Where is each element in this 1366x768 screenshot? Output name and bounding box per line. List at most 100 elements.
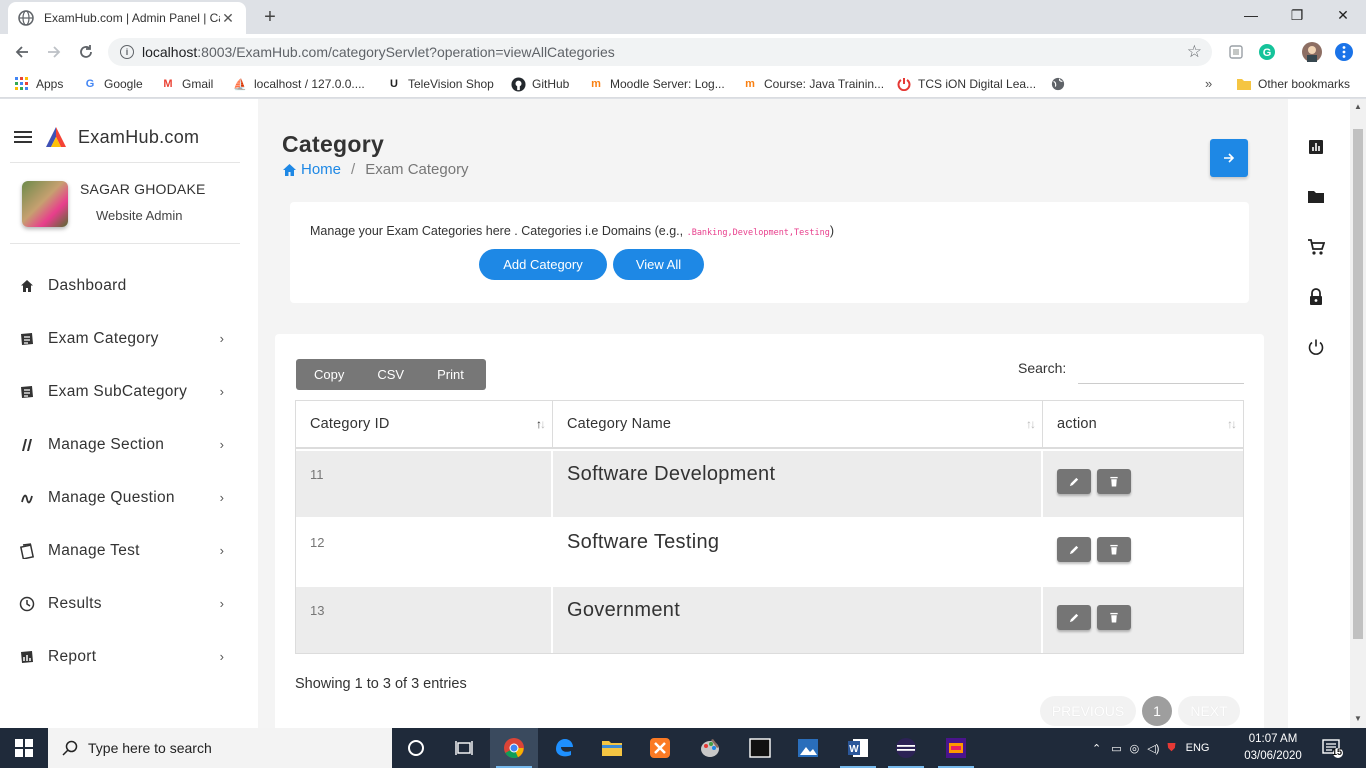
print-button[interactable]: Print [437,367,464,382]
sidebar-item-dashboard[interactable]: Dashboard [18,259,238,312]
edge-taskbar-icon[interactable] [540,728,588,768]
file-explorer-icon[interactable] [588,728,636,768]
column-header-category-name[interactable]: Category Name ↑↓ [553,401,1043,447]
game-app-icon[interactable] [932,728,980,768]
add-category-button[interactable]: Add Category [479,249,607,280]
minimize-icon[interactable]: — [1228,0,1274,30]
url-input[interactable]: i localhost:8003/ExamHub.com/categorySer… [108,38,1212,66]
forward-icon[interactable] [42,40,66,64]
network-icon[interactable]: ◎ [1130,742,1140,755]
delete-button[interactable] [1097,537,1131,562]
language-indicator[interactable]: ENG [1186,742,1210,754]
folder-icon[interactable] [1306,187,1326,207]
edit-button[interactable] [1057,469,1091,494]
bar-chart-icon[interactable] [1306,137,1326,157]
delete-button[interactable] [1097,469,1131,494]
security-icon[interactable]: ⛊ [1167,742,1175,755]
sort-icon[interactable]: ↑↓ [1026,417,1036,431]
sidebar-item-results[interactable]: Results › [18,577,238,630]
copy-button[interactable]: Copy [314,367,344,382]
arrow-right-icon [1224,153,1235,163]
close-tab-icon[interactable]: ✕ [220,10,236,27]
close-window-icon[interactable]: ✕ [1320,0,1366,30]
sort-icon[interactable]: ↑↓ [1227,417,1237,431]
sidebar-item-manage-question[interactable]: Manage Question › [18,471,238,524]
bookmark-tcs-ion[interactable]: TCS iON Digital Lea... [896,76,1036,92]
chevron-up-icon[interactable]: ⌃ [1092,742,1101,755]
sidebar-item-exam-category[interactable]: Exam Category › [18,312,238,365]
chrome-taskbar-icon[interactable] [490,728,538,768]
column-header-action[interactable]: action ↑↓ [1043,401,1243,447]
scroll-up-icon[interactable]: ▲ [1354,102,1362,111]
cell-category-id: 12 [296,519,553,585]
windows-start-icon[interactable] [0,728,48,768]
chevron-right-icon: › [219,490,224,505]
new-tab-icon[interactable]: + [258,6,282,29]
bookmark-course[interactable]: m Course: Java Trainin... [742,76,884,92]
search-input[interactable] [1078,356,1244,384]
extension-icon[interactable] [1226,42,1246,62]
photos-icon[interactable] [784,728,832,768]
bookmark-moodle[interactable]: m Moodle Server: Log... [588,76,725,92]
scroll-thumb[interactable] [1353,129,1363,639]
bookmark-gmail[interactable]: M Gmail [160,76,213,92]
browser-tab[interactable]: ExamHub.com | Admin Panel | Ca ✕ [8,2,246,34]
bookmark-star-icon[interactable]: ☆ [1187,42,1202,62]
bookmark-localhost[interactable]: ⛵ localhost / 127.0.0.... [232,76,365,92]
page-1-button[interactable]: 1 [1142,696,1172,726]
page-scrollbar[interactable]: ▲ ▼ [1350,99,1366,728]
sidebar-item-manage-section[interactable]: Manage Section › [18,418,238,471]
menu-dots-icon[interactable] [1334,42,1354,62]
scroll-down-icon[interactable]: ▼ [1354,714,1362,723]
reload-icon[interactable] [74,40,98,64]
go-forward-button[interactable] [1210,139,1248,177]
bookmark-google[interactable]: G Google [82,76,143,92]
edit-button[interactable] [1057,605,1091,630]
taskbar-clock[interactable]: 01:07 AM 03/06/2020 [1243,731,1303,765]
bookmark-globe[interactable] [1050,76,1072,92]
sort-asc-icon[interactable]: ↑↓ [536,417,546,431]
bookmark-apps[interactable]: Apps [14,76,63,92]
grammarly-icon[interactable]: G [1257,42,1277,62]
battery-icon[interactable]: ▭ [1111,742,1121,755]
delete-button[interactable] [1097,605,1131,630]
intro-code: .Banking,Development,Testing [686,228,830,238]
column-header-category-id[interactable]: Category ID ↑↓ [296,401,553,447]
profile-avatar-icon[interactable] [1302,42,1322,62]
edit-button[interactable] [1057,537,1091,562]
bookmarks-overflow-icon[interactable]: » [1205,76,1212,91]
sidebar-item-exam-subcategory[interactable]: Exam SubCategory › [18,365,238,418]
taskbar-search-input[interactable]: Type here to search [48,728,392,768]
google-icon: G [85,78,95,90]
back-icon[interactable] [10,40,34,64]
info-icon[interactable]: i [120,45,134,59]
maximize-icon[interactable]: ❐ [1274,0,1320,30]
paint-icon[interactable] [686,728,734,768]
terminal-icon[interactable] [736,728,784,768]
volume-icon[interactable]: ◁) [1147,742,1159,755]
cart-icon[interactable] [1306,237,1326,257]
hamburger-menu-icon[interactable] [14,128,32,146]
bookmark-other[interactable]: Other bookmarks [1236,76,1350,92]
cortana-icon[interactable] [392,728,440,768]
bookmark-github[interactable]: GitHub [510,76,569,92]
table-row: 13 Government [296,585,1243,653]
view-all-button[interactable]: View All [613,249,704,280]
word-icon[interactable]: W [834,728,882,768]
trash-icon [1110,544,1118,555]
previous-page-button[interactable]: PREVIOUS [1040,696,1136,726]
csv-button[interactable]: CSV [377,367,404,382]
breadcrumb-home[interactable]: Home [282,161,341,178]
breadcrumb: Home / Exam Category [282,161,469,178]
sidebar-item-manage-test[interactable]: Manage Test › [18,524,238,577]
task-view-icon[interactable] [440,728,488,768]
notifications-icon[interactable]: 15 [1322,728,1344,768]
sidebar-item-report[interactable]: Report › [18,630,238,683]
lock-icon[interactable] [1306,287,1326,307]
power-icon[interactable] [1306,337,1326,357]
next-page-button[interactable]: NEXT [1178,696,1240,726]
xampp-icon[interactable] [636,728,684,768]
bookmark-television-shop[interactable]: U TeleVision Shop [386,76,494,92]
right-toolbar [1288,99,1350,728]
eclipse-icon[interactable] [882,728,930,768]
